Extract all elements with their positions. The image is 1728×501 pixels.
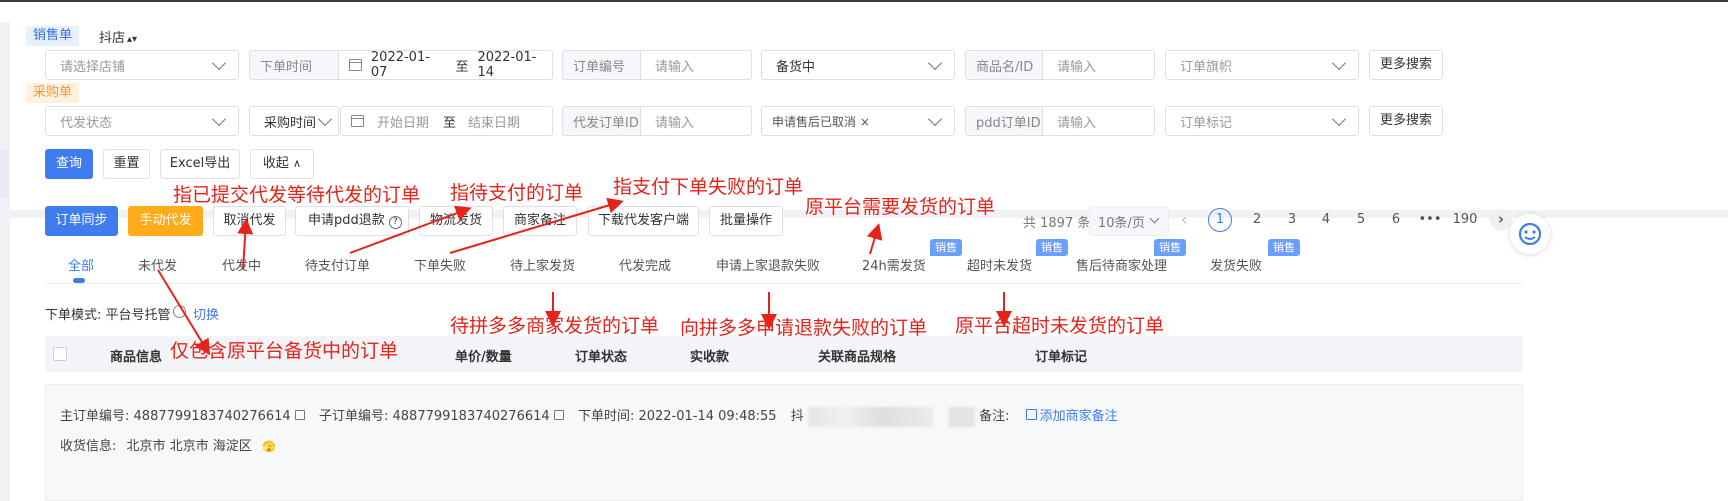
- sidebar-edge: [0, 150, 8, 198]
- annotation-arrow: [866, 223, 883, 255]
- annotation-arrow: [349, 205, 472, 254]
- window-top-bar: [0, 0, 1728, 22]
- annotation-arrows: [157, 197, 1012, 356]
- annotation-arrow: [237, 218, 254, 270]
- order-management-panel: 销售单 抖店 ▴▾ 请选择店铺 下单时间 2022-01-07 至 2022-01…: [10, 22, 1728, 501]
- annotation-arrow: [157, 269, 211, 356]
- annotation-arrow: [449, 197, 624, 254]
